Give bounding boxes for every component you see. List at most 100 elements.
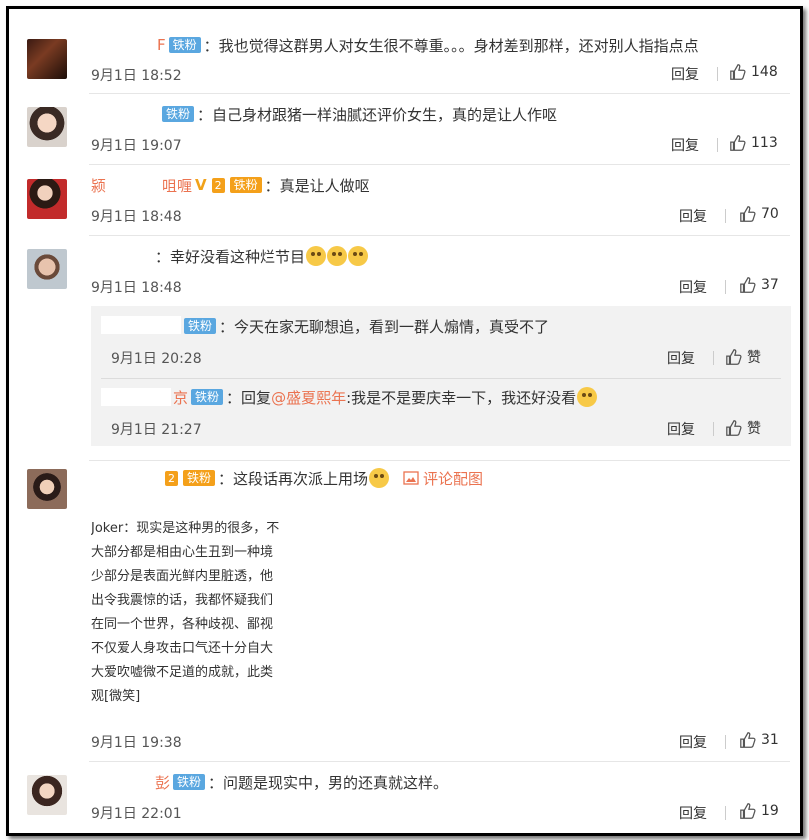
thumb-up-icon	[726, 349, 742, 365]
fan-badge[interactable]: 铁粉	[168, 37, 201, 53]
reply-thread: 铁粉 ： 今天在家无聊想追，看到一群人煽情，真受不了 9月1日 20:28 回复…	[91, 306, 791, 446]
image-text-line: Joker：现实是这种男的很多，不	[91, 521, 280, 536]
crying-emoji-icon	[348, 246, 369, 266]
reply-line: 铁粉 ： 今天在家无聊想追，看到一群人煽情，真受不了	[181, 315, 549, 337]
thumb-up-icon	[740, 803, 756, 819]
reply-button[interactable]: 回复	[667, 348, 695, 368]
like-button[interactable]: 赞	[725, 418, 761, 438]
username[interactable]: 咀喱	[162, 175, 192, 196]
avatar[interactable]	[27, 39, 67, 79]
comment-image-link[interactable]: 评论配图	[403, 468, 483, 489]
divider-v	[713, 422, 714, 436]
colon: ：	[208, 773, 224, 792]
image-icon	[403, 471, 419, 485]
like-button[interactable]: 赞	[725, 347, 761, 367]
fan-badge[interactable]: 铁粉	[162, 106, 195, 122]
colon: ：	[219, 317, 235, 336]
image-text-line: 观[微笑]	[91, 689, 141, 704]
comment-line: F 铁粉 ： 我也觉得这群男人对女生很不尊重。。。身材差到那样，还对别人指指点点	[91, 34, 699, 56]
divider	[101, 378, 781, 379]
reply-button[interactable]: 回复	[671, 64, 699, 84]
reply-text: 今天在家无聊想追，看到一群人煽情，真受不了	[234, 317, 550, 336]
timestamp: 9月1日 19:07	[91, 138, 182, 154]
avatar[interactable]	[27, 249, 67, 289]
like-count: 37	[761, 277, 779, 293]
divider	[89, 235, 790, 236]
like-button[interactable]: 19	[739, 802, 779, 820]
comment-list: F 铁粉 ： 我也觉得这群男人对女生很不尊重。。。身材差到那样，还对别人指指点点…	[6, 6, 803, 836]
colon: ：	[226, 388, 242, 407]
fan-badge[interactable]: 铁粉	[173, 774, 206, 790]
crying-emoji-icon	[327, 246, 348, 266]
colon: ：	[264, 176, 280, 195]
comment-line: 颍 咀喱 V 2 铁粉 ： 真是让人做呕	[91, 174, 370, 196]
fan-badge[interactable]: 铁粉	[184, 318, 217, 334]
comment-image-label: 评论配图	[423, 469, 484, 488]
glasses-emoji-icon	[577, 387, 598, 407]
colon: ：	[197, 105, 213, 124]
thumb-up-icon	[740, 206, 756, 222]
grin-emoji-icon	[369, 468, 390, 488]
vip-badge[interactable]: 2	[165, 470, 178, 486]
reply-prefix: 回复	[241, 388, 272, 407]
like-button[interactable]: 31	[739, 731, 779, 749]
comment-text: 真是让人做呕	[279, 176, 370, 195]
timestamp: 9月1日 18:48	[91, 280, 182, 296]
divider	[89, 93, 790, 94]
thumb-up-icon	[740, 732, 756, 748]
avatar[interactable]	[27, 179, 67, 219]
timestamp: 9月1日 20:28	[111, 351, 202, 367]
like-button[interactable]: 148	[729, 63, 778, 81]
reply-button[interactable]: 回复	[679, 277, 707, 297]
divider-v	[713, 351, 714, 365]
like-count: 70	[761, 206, 779, 222]
username[interactable]: 彭	[155, 772, 170, 793]
username[interactable]: 京	[173, 387, 188, 408]
divider	[89, 164, 790, 165]
divider-v	[717, 138, 718, 152]
username-redacted	[101, 316, 181, 334]
fan-badge[interactable]: 铁粉	[183, 470, 216, 486]
reply-button[interactable]: 回复	[667, 419, 695, 439]
avatar[interactable]	[27, 775, 67, 815]
username[interactable]: 颍	[91, 175, 106, 196]
verified-icon: V	[195, 176, 207, 194]
like-count: 31	[761, 732, 779, 748]
comment-text: 幸好没看这种烂节目	[170, 247, 306, 266]
timestamp: 9月1日 21:27	[111, 422, 202, 438]
colon: ：	[218, 469, 234, 488]
comment-line: ： 幸好没看这种烂节目	[91, 245, 369, 267]
comment-image[interactable]: Joker：现实是这种男的很多，不 大部分都是相由心生丑到一种境 少部分是表面光…	[91, 517, 319, 727]
image-text-line: 大爱吹嘘微不足道的成就，此类	[91, 665, 274, 680]
reply-line: 京 铁粉 ： 回复 @盛夏熙年 :我是不是要庆幸一下，我还好没看	[173, 386, 598, 408]
reply-button[interactable]: 回复	[679, 803, 707, 823]
reply-button[interactable]: 回复	[671, 135, 699, 155]
like-button[interactable]: 37	[739, 276, 779, 294]
like-label: 赞	[747, 350, 761, 366]
comment-line: 彭 铁粉 ： 问题是现实中，男的还真就这样。	[91, 771, 448, 793]
timestamp: 9月1日 22:01	[91, 806, 182, 822]
image-text-line: 出令我震惊的话，我都怀疑我们	[91, 593, 274, 608]
comment-line: 2 铁粉 ： 这段话再次派上用场 评论配图	[91, 467, 483, 489]
avatar[interactable]	[27, 107, 67, 147]
username[interactable]: F	[157, 36, 166, 54]
image-text-line: 少部分是表面光鲜内里脏透，他	[91, 569, 274, 584]
mention-link[interactable]: @盛夏熙年	[271, 387, 346, 408]
comment-text: 这段话再次派上用场	[233, 469, 369, 488]
divider-v	[725, 280, 726, 294]
like-button[interactable]: 113	[729, 134, 778, 152]
fan-badge[interactable]: 铁粉	[191, 389, 224, 405]
thumb-up-icon	[730, 135, 746, 151]
fan-badge[interactable]: 铁粉	[229, 177, 262, 193]
comment-text: 自己身材跟猪一样油腻还评价女生，真的是让人作呕	[212, 105, 558, 124]
reply-button[interactable]: 回复	[679, 732, 707, 752]
divider-v	[725, 735, 726, 749]
avatar[interactable]	[27, 469, 67, 509]
thumb-up-icon	[730, 64, 746, 80]
reply-text: :我是不是要庆幸一下，我还好没看	[346, 388, 577, 407]
like-button[interactable]: 70	[739, 205, 779, 223]
vip-badge[interactable]: 2	[211, 177, 225, 193]
reply-button[interactable]: 回复	[679, 206, 707, 226]
timestamp: 9月1日 18:48	[91, 209, 182, 225]
like-label: 赞	[747, 421, 761, 437]
